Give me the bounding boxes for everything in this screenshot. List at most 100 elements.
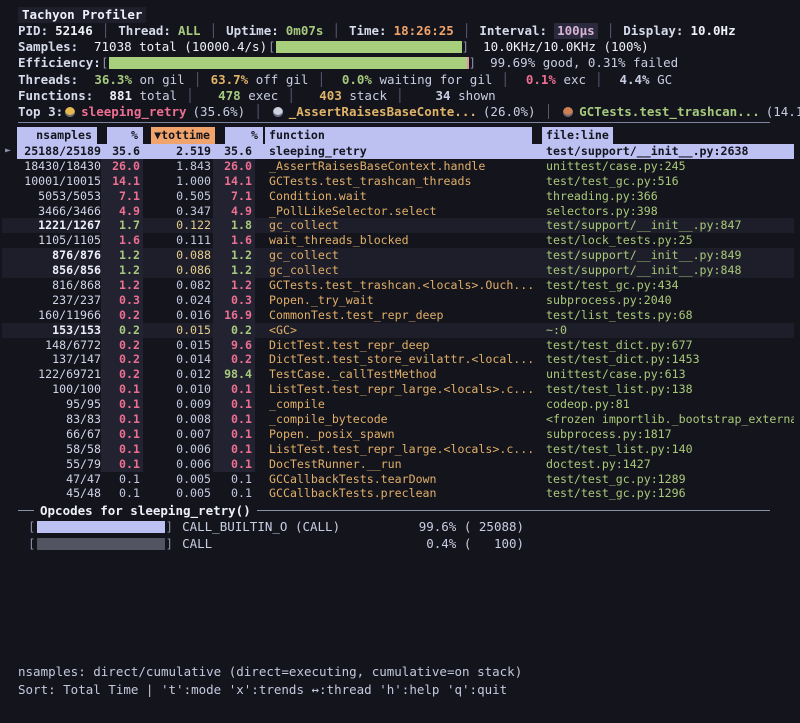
column-header-tottime-sorted[interactable]: ▼tottime [151,127,215,144]
table-row[interactable]: 160/119660.20.01616.9CommonTest.test_rep… [2,308,794,323]
pct-direct-cell: 0.1 [101,486,143,501]
tottime-cell: 0.122 [143,218,213,233]
table-row[interactable]: 1105/11051.60.1111.6wait_threads_blocked… [2,233,794,248]
samples-rate-bar-fill [276,41,462,53]
cell-gap [534,248,546,263]
cell-gap [534,486,546,501]
pct-cumulative-cell: 1.8 [213,218,255,233]
table-row[interactable]: 876/8761.20.0881.2gc_collecttest/support… [2,248,794,263]
opcode-bar-close-bracket: ] [166,519,174,534]
cell-gap [255,486,269,501]
stat-item: 0.0% waiting for gil [334,72,492,88]
table-row[interactable]: 45/480.10.0050.1GCCallbackTests.preclean… [2,486,794,501]
cell-gap [255,397,269,412]
function-cell: Popen._try_wait [269,293,534,308]
file-line-cell: test/test_gc.py:1289 [546,472,794,487]
stat-value: 0.0% [334,72,372,88]
table-row[interactable]: 816/8681.20.0821.2GCTests.test_trashcan.… [2,278,794,293]
function-cell: sleeping_retry [269,144,534,159]
table-row[interactable]: 153/1530.20.0150.2<GC>~:0 [2,323,794,338]
file-line-cell: unittest/case.py:613 [546,367,794,382]
cell-gap [255,442,269,457]
cell-gap [255,323,269,338]
cell-gap [534,218,546,233]
pct-cumulative-cell: 0.1 [213,472,255,487]
efficiency-bar-fail-fill [467,57,468,69]
column-header-file-line[interactable]: file:line [542,127,613,144]
function-table-body: ►25188/2518935.62.51935.6sleeping_retryt… [2,144,794,501]
tottime-cell: 0.006 [143,442,213,457]
stat-text: shown [451,88,496,104]
cell-gap [255,278,269,293]
column-header-nsamples[interactable]: nsamples [17,127,97,144]
table-row[interactable]: 10001/1001514.11.00014.1GCTests.test_tra… [2,174,794,189]
table-row[interactable]: 55/790.10.0060.1DocTestRunner.__rundocte… [2,457,794,472]
row-selection-arrow [2,233,17,248]
top3-entry[interactable]: _AssertRaisesBaseConte...(26.0%) [271,104,536,120]
stat-label: Thread: [118,23,171,39]
cell-gap [255,189,269,204]
function-cell: GCTests.test_trashcan.<locals>.Ouch... [269,278,534,293]
function-cell: GCTests.test_trashcan_threads [269,174,534,189]
pct-cumulative-cell: 0.1 [213,382,255,397]
table-row[interactable]: 18430/1843026.01.84326.0_AssertRaisesBas… [2,159,794,174]
table-row[interactable]: ►25188/2518935.62.51935.6sleeping_retryt… [2,144,794,159]
pct-direct-cell: 0.2 [101,352,143,367]
stat-value: 4.4% [612,72,650,88]
table-row[interactable]: 47/470.10.0050.1GCCallbackTests.tearDown… [2,472,794,487]
row-selection-arrow [2,218,17,233]
table-row[interactable]: 95/950.10.0090.1_compilecodeop.py:81 [2,397,794,412]
pct-direct-cell: 0.1 [101,472,143,487]
table-row[interactable]: 58/580.10.0060.1ListTest.test_repr_large… [2,442,794,457]
table-row[interactable]: 5053/50537.10.5057.1Condition.waitthread… [2,189,794,204]
top3-entries: sleeping_retry(35.6%) │_AssertRaisesBaseC… [63,104,800,120]
function-cell: <GC> [269,323,534,338]
table-row[interactable]: 83/830.10.0080.1_compile_bytecode<frozen… [2,412,794,427]
table-row[interactable]: 100/1000.10.0100.1ListTest.test_repr_lar… [2,382,794,397]
stat-text: stack [342,88,387,104]
row-selection-arrow [2,189,17,204]
nsamples-cell: 816/868 [17,278,101,293]
row-selection-arrow [2,367,17,382]
nsamples-cell: 137/147 [17,352,101,367]
top3-line: Top 3: sleeping_retry(35.6%)│_AssertRais… [18,104,790,120]
top3-entry[interactable]: GCTests.test_trashcan...(14.1%) [561,104,800,120]
pct-cumulative-cell: 1.2 [213,248,255,263]
column-header-pct-direct[interactable]: % [107,127,143,144]
nsamples-cell: 95/95 [17,397,101,412]
table-row[interactable]: 1221/12671.70.1221.8gc_collecttest/suppo… [2,218,794,233]
tottime-cell: 1.843 [143,159,213,174]
stat-value: 478 [203,88,241,104]
pct-direct-cell: 0.2 [101,367,143,382]
pct-cumulative-cell: 0.1 [213,427,255,442]
file-line-cell: test/support/__init__.py:848 [546,263,794,278]
stat-item: 4.4% GC [612,72,673,88]
table-row[interactable]: 66/670.10.0070.1Popen._posix_spawnsubpro… [2,427,794,442]
separator-icon: │ [536,104,562,120]
tottime-cell: 0.009 [143,397,213,412]
threads-line: Threads: 36.3% on gil│63.7% off gil│0.0%… [18,72,790,88]
row-selection-arrow [2,397,17,412]
top3-entry[interactable]: sleeping_retry(35.6%) [63,104,245,120]
table-row[interactable]: 237/2370.30.0240.3Popen._try_waitsubproc… [2,293,794,308]
opcode-share-bar-fill [37,521,165,533]
stat-label: Interval: [479,23,547,39]
stat-value: 881 [94,88,132,104]
function-cell: _compile_bytecode [269,412,534,427]
column-header-function[interactable]: function [265,127,532,144]
table-row[interactable]: 856/8561.20.0861.2gc_collecttest/support… [2,263,794,278]
table-row[interactable]: 3466/34664.90.3474.9_PollLikeSelector.se… [2,204,794,219]
function-cell: Condition.wait [269,189,534,204]
table-row[interactable]: 148/67720.20.0159.6DictTest.test_repr_de… [2,338,794,353]
table-row[interactable]: 137/1470.20.0140.2DictTest.test_store_ev… [2,352,794,367]
stat-value: 0.1% [518,72,556,88]
footer-help: nsamples: direct/cumulative (direct=exec… [18,663,522,698]
samples-bar-close-bracket: ] [462,39,470,55]
pct-direct-cell: 1.7 [101,218,143,233]
cell-gap [255,352,269,367]
column-header-pct-cumulative[interactable]: % [225,127,263,144]
stat-item: 881 total [94,88,177,104]
stat-label: PID: [18,23,48,39]
samples-total: 71038 total (10000.4/s) [94,39,268,55]
table-row[interactable]: 122/697210.20.01298.4TestCase._callTestM… [2,367,794,382]
